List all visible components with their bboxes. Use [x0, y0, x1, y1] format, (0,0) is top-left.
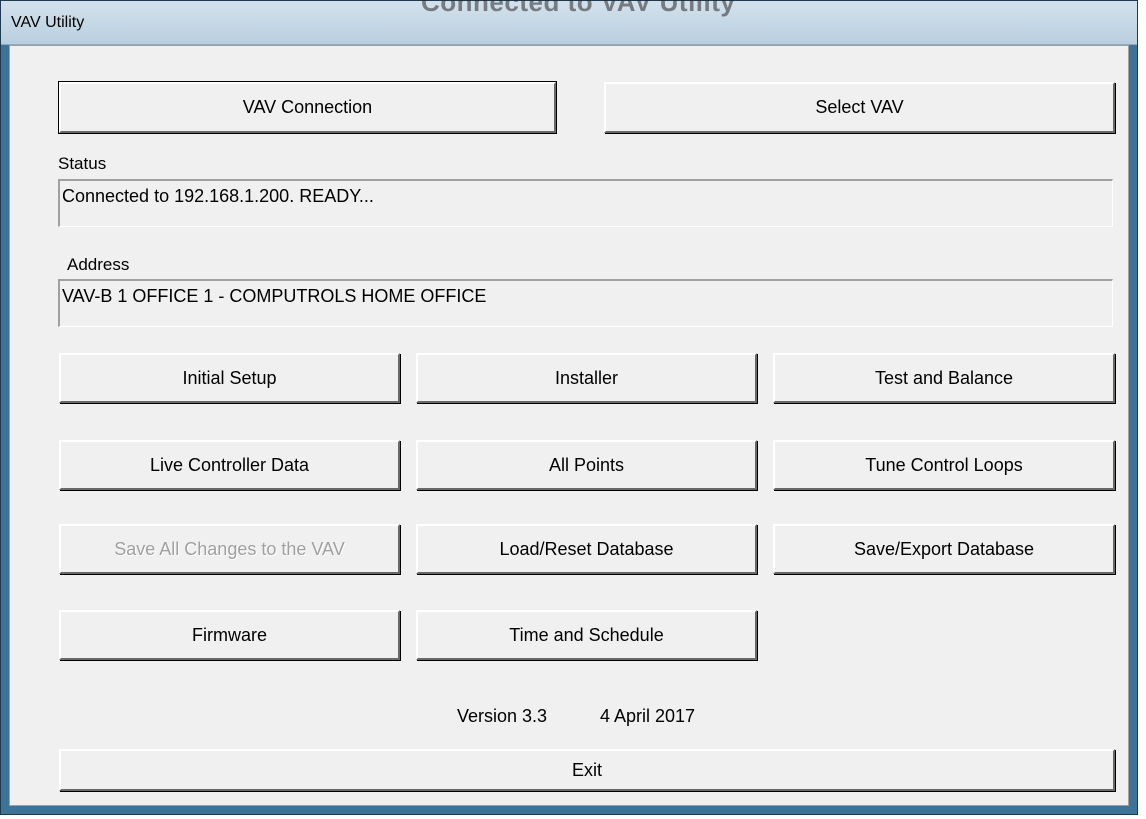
save-all-changes-button: Save All Changes to the VAV — [59, 524, 400, 574]
tune-control-loops-button[interactable]: Tune Control Loops — [773, 440, 1115, 490]
title-bar[interactable]: Connected to VAV Utility VAV Utility — [1, 0, 1137, 45]
time-and-schedule-button[interactable]: Time and Schedule — [416, 610, 757, 660]
exit-button[interactable]: Exit — [59, 749, 1115, 791]
live-controller-data-button[interactable]: Live Controller Data — [59, 440, 400, 490]
background-window-title: Connected to VAV Utility — [421, 0, 736, 17]
address-field[interactable]: VAV-B 1 OFFICE 1 - COMPUTROLS HOME OFFIC… — [58, 279, 1113, 327]
vav-connection-button[interactable]: VAV Connection — [58, 81, 557, 134]
address-label: Address — [67, 255, 130, 274]
firmware-button[interactable]: Firmware — [59, 610, 400, 660]
initial-setup-button[interactable]: Initial Setup — [59, 353, 400, 403]
test-and-balance-button[interactable]: Test and Balance — [773, 353, 1115, 403]
version-date: 4 April 2017 — [600, 706, 696, 726]
dialog-client-area: VAV Connection Select VAV Status Connect… — [9, 45, 1129, 806]
all-points-button[interactable]: All Points — [416, 440, 757, 490]
status-label: Status — [58, 154, 107, 173]
status-field: Connected to 192.168.1.200. READY... — [58, 179, 1113, 227]
window-title: VAV Utility — [11, 14, 85, 31]
select-vav-button[interactable]: Select VAV — [604, 82, 1115, 133]
app-window: Connected to VAV Utility VAV Utility VAV… — [0, 0, 1138, 815]
installer-button[interactable]: Installer — [416, 353, 757, 403]
load-reset-database-button[interactable]: Load/Reset Database — [416, 524, 757, 574]
save-export-database-button[interactable]: Save/Export Database — [773, 524, 1115, 574]
version-text: Version 3.3 — [457, 706, 548, 726]
